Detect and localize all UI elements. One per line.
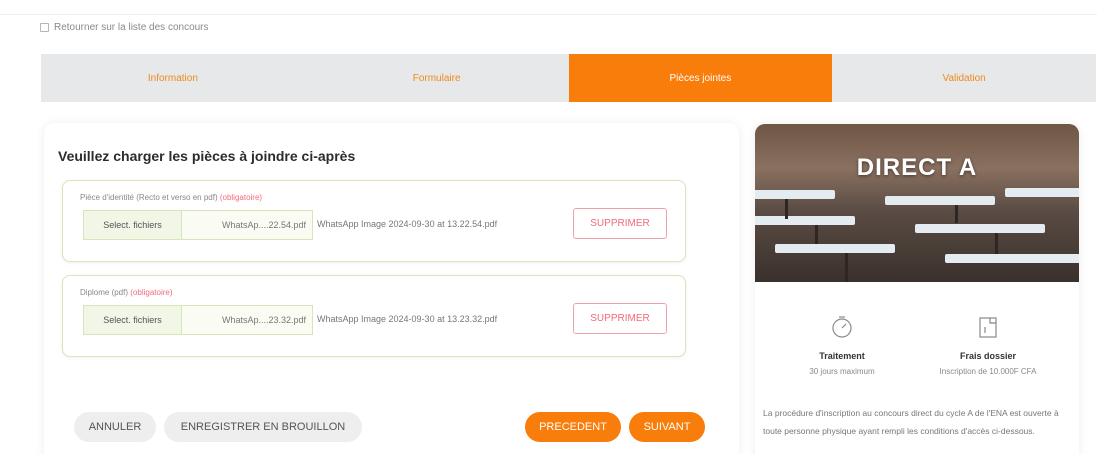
desk <box>755 190 835 199</box>
desk <box>945 254 1079 263</box>
selected-file-name: WhatsApp Image 2024-09-30 at 13.23.32.pd… <box>317 314 498 324</box>
desk-leg <box>995 233 998 254</box>
selected-file-short: WhatsAp....23.32.pdf <box>221 315 306 325</box>
file-input[interactable]: Select. fichiers WhatsAp....22.54.pdf <box>83 210 313 240</box>
selected-file-short: WhatsAp....22.54.pdf <box>221 220 306 230</box>
step-formulaire[interactable]: Formulaire <box>305 54 569 102</box>
cancel-button[interactable]: ANNULER <box>74 412 156 442</box>
desk-leg <box>955 205 958 223</box>
step-pieces-jointes[interactable]: Pièces jointes <box>568 54 833 102</box>
step-label: Validation <box>942 72 986 84</box>
step-label: Pièces jointes <box>669 72 732 84</box>
selected-file-name: WhatsApp Image 2024-09-30 at 13.22.54.pd… <box>317 219 498 229</box>
processing-info: Traitement 30 jours maximum <box>767 314 917 376</box>
back-link-label: Retourner sur la liste des concours <box>54 22 209 33</box>
delete-file-button[interactable]: SUPPRIMER <box>573 208 667 239</box>
classroom-image: DIRECT A <box>755 124 1079 282</box>
upload-label-text: Diplome (pdf) <box>80 288 129 297</box>
upload-id-card: Pièce d'identité (Recto et verso en pdf)… <box>62 180 686 262</box>
upload-label: Diplome (pdf) (obligatoire) <box>80 288 173 297</box>
step-information[interactable]: Information <box>41 54 305 102</box>
back-list-icon <box>40 23 49 32</box>
save-draft-button[interactable]: ENREGISTRER EN BROUILLON <box>164 412 362 442</box>
fees-value: Inscription de 10.000F CFA <box>939 367 1037 376</box>
wizard-steps: Information Formulaire Pièces jointes Va… <box>41 54 1096 102</box>
desk-leg <box>815 225 818 244</box>
desk-leg <box>785 199 788 219</box>
contest-info-card: DIRECT A Traitement 30 jours maximum Fra… <box>755 124 1079 454</box>
form-title: Veuillez charger les pièces à joindre ci… <box>58 148 356 164</box>
top-divider <box>0 14 1097 15</box>
delete-file-button[interactable]: SUPPRIMER <box>573 303 667 334</box>
select-files-button[interactable]: Select. fichiers <box>84 211 182 239</box>
back-to-list-link[interactable]: Retourner sur la liste des concours <box>40 22 209 33</box>
fees-info: Frais dossier Inscription de 10.000F CFA <box>913 314 1063 376</box>
timer-icon <box>832 316 852 338</box>
step-label: Information <box>147 72 198 84</box>
required-badge: (obligatoire) <box>130 288 173 297</box>
fees-title: Frais dossier <box>959 351 1017 361</box>
processing-value: 30 jours maximum <box>809 367 875 376</box>
desk <box>885 196 995 205</box>
step-validation[interactable]: Validation <box>832 54 1096 102</box>
file-input[interactable]: Select. fichiers WhatsAp....23.32.pdf <box>83 305 313 335</box>
previous-button[interactable]: PRECEDENT <box>525 412 621 442</box>
contest-title: DIRECT A <box>856 154 978 181</box>
desk <box>775 244 895 253</box>
upload-label-text: Pièce d'identité (Recto et verso en pdf) <box>80 193 218 202</box>
upload-label: Pièce d'identité (Recto et verso en pdf)… <box>80 193 262 202</box>
desk <box>755 216 855 225</box>
upload-diploma: Diplome (pdf) (obligatoire) Select. fich… <box>62 275 686 357</box>
document-icon <box>979 317 997 338</box>
desk <box>915 224 1045 233</box>
processing-title: Traitement <box>819 351 865 361</box>
select-files-button[interactable]: Select. fichiers <box>84 306 182 334</box>
desk <box>1005 188 1079 197</box>
required-badge: (obligatoire) <box>219 193 263 202</box>
next-button[interactable]: SUIVANT <box>629 412 705 442</box>
step-label: Formulaire <box>412 72 461 84</box>
contest-description: La procédure d'inscription au concours d… <box>763 408 1059 436</box>
desk-leg <box>845 253 848 282</box>
